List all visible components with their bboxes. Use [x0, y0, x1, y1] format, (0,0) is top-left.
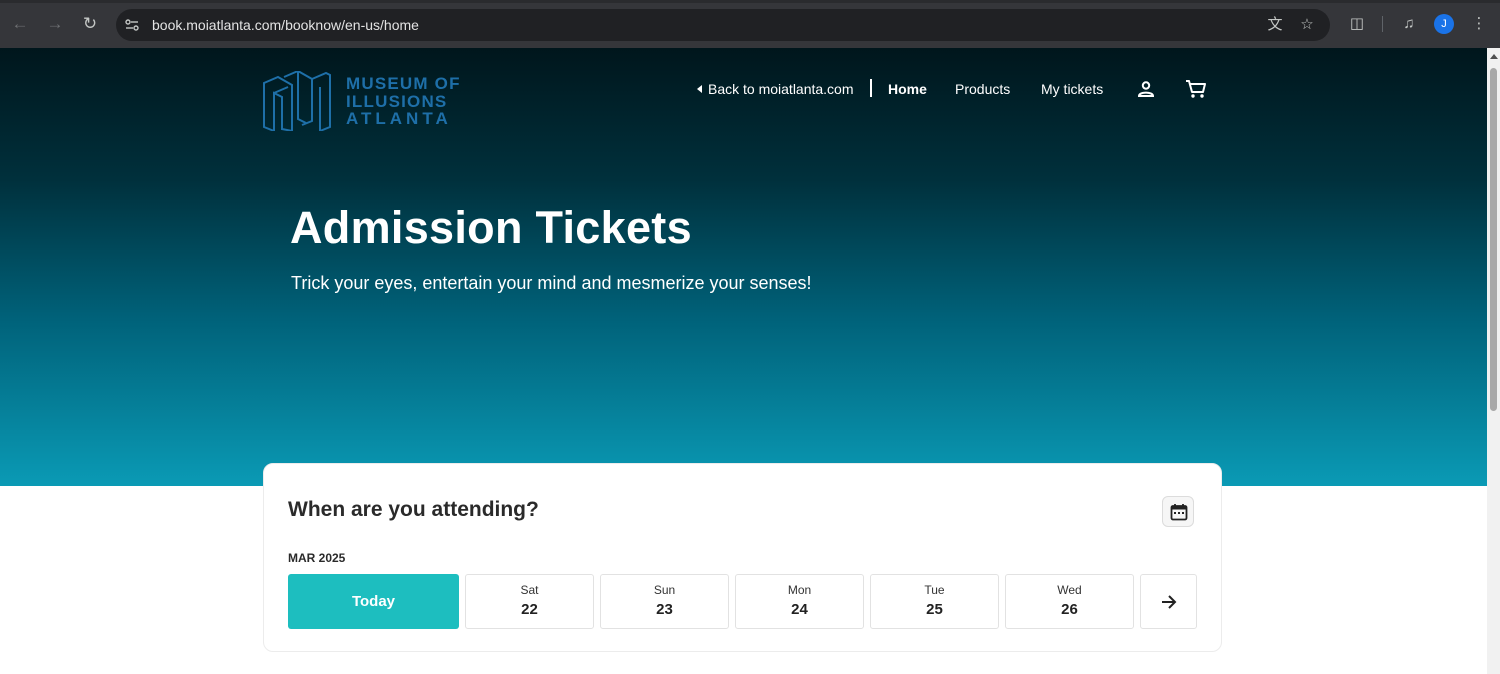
url-text[interactable]: book.moiatlanta.com/booknow/en-us/home	[152, 16, 419, 34]
day-of-week: Wed	[1057, 583, 1082, 597]
day-number: 26	[1061, 601, 1078, 618]
logo-line-2: ILLUSIONS	[346, 91, 448, 111]
extensions-icon[interactable]: ◫	[1347, 14, 1367, 34]
arrow-right-icon	[1162, 595, 1177, 609]
page-scrollbar[interactable]	[1487, 48, 1500, 674]
bookmark-star-icon[interactable]: ☆	[1298, 16, 1316, 34]
logo-line-3: ATLANTA	[346, 109, 452, 128]
profile-avatar[interactable]: J	[1434, 14, 1454, 34]
day-number: 23	[656, 601, 673, 618]
day-number: 25	[926, 601, 943, 618]
more-menu-icon[interactable]: ⋮	[1469, 14, 1489, 34]
nav-divider	[870, 79, 872, 97]
back-to-site-link[interactable]: Back to moiatlanta.com	[697, 78, 854, 100]
cart-icon[interactable]	[1185, 79, 1207, 99]
browser-toolbar: ← → ↻ book.moiatlanta.com/booknow/en-us/…	[0, 0, 1500, 48]
month-label: MAR 2025	[288, 551, 346, 565]
back-arrow-icon[interactable]: ←	[8, 12, 32, 36]
date-picker-title: When are you attending?	[288, 498, 539, 521]
date-option[interactable]: Wed 26	[1005, 574, 1134, 629]
forward-arrow-icon[interactable]: →	[43, 12, 67, 36]
date-option[interactable]: Sat 22	[465, 574, 594, 629]
date-option[interactable]: Sun 23	[600, 574, 729, 629]
account-icon[interactable]	[1137, 80, 1155, 98]
calendar-button[interactable]	[1162, 496, 1194, 527]
scrollbar-thumb[interactable]	[1490, 68, 1497, 411]
day-of-week: Mon	[787, 583, 812, 597]
logo-line-1: MUSEUM OF	[346, 74, 461, 93]
nav-my-tickets[interactable]: My tickets	[1041, 78, 1103, 100]
nav-products[interactable]: Products	[955, 78, 1010, 100]
day-of-week: Sat	[520, 583, 539, 597]
date-today-button[interactable]: Today	[288, 574, 459, 629]
nav-home[interactable]: Home	[888, 78, 927, 100]
translate-icon[interactable]: 文	[1266, 16, 1284, 34]
calendar-icon	[1170, 504, 1188, 521]
day-of-week: Tue	[924, 583, 945, 597]
toolbar-divider	[1382, 16, 1383, 32]
day-of-week: Sun	[653, 583, 676, 597]
hero-banner	[0, 48, 1487, 486]
day-number: 22	[521, 601, 538, 618]
back-link-label: Back to moiatlanta.com	[708, 81, 854, 97]
scroll-up-arrow-icon[interactable]	[1490, 54, 1498, 59]
site-info-icon[interactable]	[124, 17, 140, 33]
hero-subtitle: Trick your eyes, entertain your mind and…	[291, 273, 812, 293]
logo-wordmark[interactable]: MUSEUM OF ILLUSIONS ATLANTA	[346, 75, 461, 128]
media-controls-icon[interactable]: ♫	[1399, 14, 1419, 34]
date-option[interactable]: Mon 24	[735, 574, 864, 629]
caret-left-icon	[697, 85, 702, 93]
date-picker-card: When are you attending? MAR 2025 Today S…	[263, 463, 1222, 652]
address-bar[interactable]: book.moiatlanta.com/booknow/en-us/home 文…	[116, 9, 1330, 41]
next-dates-button[interactable]	[1140, 574, 1197, 629]
date-option[interactable]: Tue 25	[870, 574, 999, 629]
tab-strip-edge	[0, 0, 1500, 3]
reload-icon[interactable]: ↻	[78, 12, 102, 36]
day-number: 24	[791, 601, 808, 618]
page-title: Admission Tickets	[290, 202, 692, 253]
